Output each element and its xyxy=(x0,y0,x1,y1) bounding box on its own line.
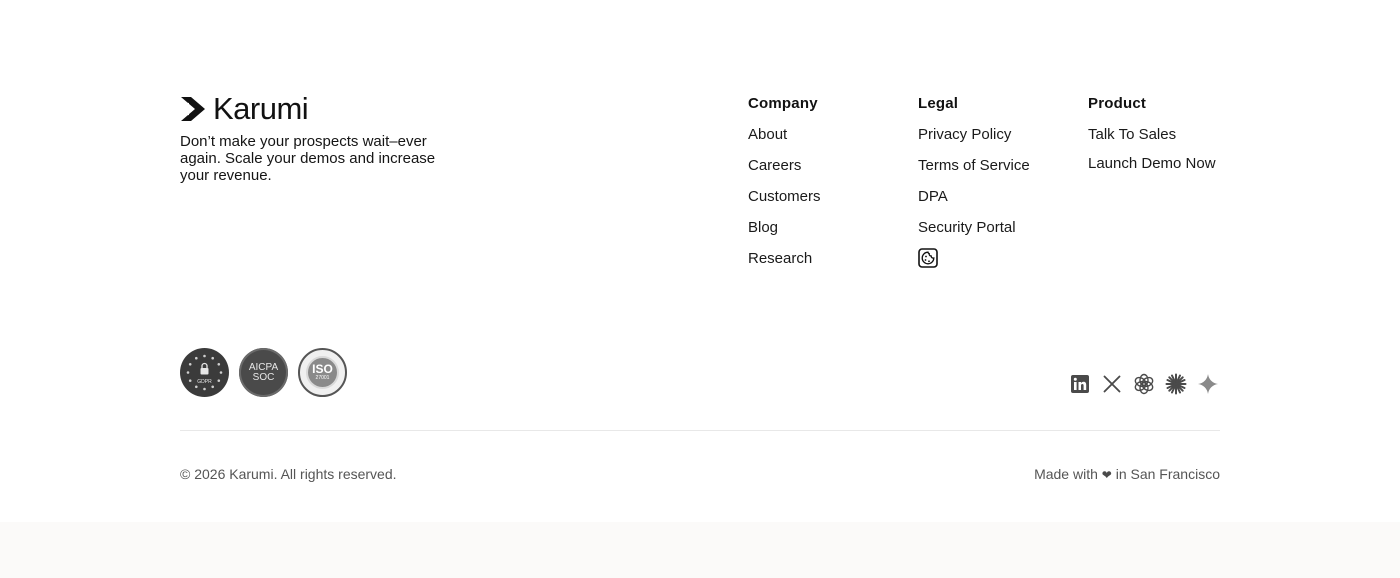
logo-wordmark: Karumi xyxy=(213,91,309,126)
footer-link-blog[interactable]: Blog xyxy=(748,219,821,237)
brand-tagline: Don’t make your prospects wait–ever agai… xyxy=(180,133,436,184)
x-twitter-link[interactable] xyxy=(1101,373,1123,395)
social-links xyxy=(1069,373,1219,395)
footer-brand: Karumi Don’t make your prospects wait–ev… xyxy=(180,91,450,184)
claude-icon xyxy=(1165,373,1187,395)
footer-link-about[interactable]: About xyxy=(748,126,821,144)
page-bottom-band xyxy=(0,522,1400,578)
x-twitter-icon xyxy=(1103,375,1121,393)
iso-label: ISO xyxy=(312,362,333,376)
gemini-icon xyxy=(1198,374,1218,394)
gdpr-badge: GDPR xyxy=(180,348,229,397)
aicpa-label: AICPA xyxy=(248,361,279,373)
gemini-link[interactable] xyxy=(1197,373,1219,395)
footer-column-company: Company About Careers Customers Blog Res… xyxy=(748,95,821,281)
karumi-logo[interactable]: Karumi xyxy=(180,91,450,126)
soc-label: SOC xyxy=(252,371,275,383)
gdpr-badge-label: GDPR xyxy=(197,379,212,385)
made-with-text: Made with ❤ in San Francisco xyxy=(1034,465,1220,484)
site-footer: Karumi Don’t make your prospects wait–ev… xyxy=(0,0,1400,522)
footer-link-privacy-policy[interactable]: Privacy Policy xyxy=(918,126,1030,144)
footer-link-customers[interactable]: Customers xyxy=(748,188,821,206)
linkedin-icon xyxy=(1071,375,1089,393)
made-with-prefix: Made with xyxy=(1034,466,1098,482)
claude-link[interactable] xyxy=(1165,373,1187,395)
column-title-company: Company xyxy=(748,95,818,112)
column-title-legal: Legal xyxy=(918,95,959,112)
karumi-logo-icon xyxy=(181,97,205,121)
footer-link-terms-of-service[interactable]: Terms of Service xyxy=(918,157,1030,175)
copyright-text: © 2026 Karumi. All rights reserved. xyxy=(180,466,397,482)
footer-link-talk-to-sales[interactable]: Talk To Sales xyxy=(1088,126,1216,144)
footer-link-research[interactable]: Research xyxy=(748,250,821,268)
gdpr-stars-icon xyxy=(186,354,223,391)
compliance-badges: GDPR AICPA SOC ISO 27001 xyxy=(180,348,347,397)
iso-number-label: 27001 xyxy=(315,375,330,381)
footer-column-product: Product Talk To Sales Launch Demo Now xyxy=(1088,95,1216,184)
heart-icon: ❤ xyxy=(1101,468,1112,482)
iso-badge-seal: ISO 27001 xyxy=(306,356,339,389)
footer-link-launch-demo-now[interactable]: Launch Demo Now xyxy=(1088,155,1216,173)
openai-icon xyxy=(1134,373,1154,395)
cookie-settings-icon[interactable] xyxy=(918,248,938,268)
footer-divider xyxy=(180,430,1220,431)
footer-link-dpa[interactable]: DPA xyxy=(918,188,1030,206)
footer-link-security-portal[interactable]: Security Portal xyxy=(918,219,1030,237)
linkedin-link[interactable] xyxy=(1069,373,1091,395)
iso-27001-badge: ISO 27001 xyxy=(298,348,347,397)
footer-link-careers[interactable]: Careers xyxy=(748,157,821,175)
openai-link[interactable] xyxy=(1133,373,1155,395)
made-with-suffix: in San Francisco xyxy=(1115,466,1220,482)
column-title-product: Product xyxy=(1088,95,1147,112)
aicpa-soc-badge: AICPA SOC xyxy=(239,348,288,397)
footer-column-legal: Legal Privacy Policy Terms of Service DP… xyxy=(918,95,1030,268)
